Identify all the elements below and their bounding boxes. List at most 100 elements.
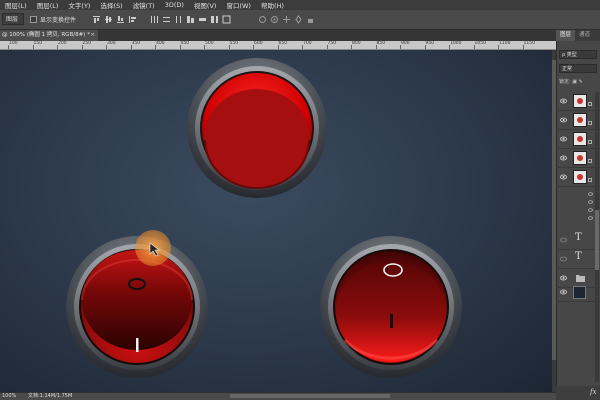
ruler-tick-label: 850 — [376, 41, 386, 46]
ruler-tick — [8, 45, 9, 49]
auto-select-value: 图层 — [6, 16, 19, 23]
layer-row[interactable]: T — [556, 250, 600, 269]
menu-select[interactable]: 选择(S) — [95, 0, 127, 10]
align-top-icon[interactable] — [92, 15, 101, 24]
3d-slide-icon[interactable] — [294, 15, 303, 24]
folder-icon — [576, 275, 585, 282]
eye-icon[interactable] — [560, 117, 567, 123]
ruler-tick-label: 900 — [401, 41, 410, 46]
horizontal-scroll-thumb[interactable] — [230, 394, 390, 398]
button-bottom-left[interactable] — [66, 236, 208, 378]
eye-icon[interactable] — [560, 174, 567, 180]
menu-3d[interactable]: 3D(D) — [160, 1, 189, 9]
menu-type[interactable]: 文字(Y) — [63, 0, 95, 10]
effect-eye-icon[interactable] — [588, 192, 593, 196]
ruler-tick — [106, 45, 107, 49]
menu-help[interactable]: 帮助(H) — [256, 0, 289, 10]
panel-scroll-thumb[interactable] — [595, 210, 599, 270]
tab-channels[interactable]: 通道 — [575, 30, 594, 41]
ruler-tick — [81, 45, 83, 49]
ruler-tick-label: 1050 — [474, 41, 486, 46]
layer-thumbnail — [573, 151, 587, 165]
effect-eye-icon[interactable] — [588, 208, 593, 212]
layer-row[interactable] — [556, 283, 600, 302]
menu-view[interactable]: 视图(V) — [189, 0, 222, 10]
status-zoom[interactable]: 100% — [2, 392, 16, 400]
ruler-tick — [179, 45, 181, 49]
layer-row[interactable] — [556, 149, 600, 168]
document-tab[interactable]: @ 100% (椭圆 1 拷贝, RGB/8#) * × — [0, 30, 98, 41]
align-left-icon[interactable] — [128, 15, 137, 24]
distribute-top-icon[interactable] — [150, 15, 159, 24]
eye-icon[interactable] — [560, 256, 567, 262]
distribute-right-icon[interactable] — [210, 15, 219, 24]
auto-align-icon[interactable] — [222, 15, 231, 24]
show-transform-label: 显示变换控件 — [40, 17, 77, 24]
panel-tabs: 图层 通道 — [556, 30, 600, 41]
layer-kind-filter[interactable]: ρ 类型 — [559, 50, 597, 59]
ruler-tick-label: 600 — [254, 41, 263, 46]
button-bottom-right[interactable] — [320, 236, 462, 378]
ruler-tick-label: 100 — [9, 41, 18, 46]
distribute-vcenter-icon[interactable] — [162, 15, 171, 24]
menu-window[interactable]: 窗口(W) — [221, 0, 256, 10]
layer-row[interactable]: T — [556, 231, 600, 250]
tab-layers[interactable]: 图层 — [556, 30, 576, 41]
document-tab-title: @ 100% (椭圆 1 拷贝, RGB/8#) * — [2, 32, 90, 38]
ruler-tick-label: 400 — [156, 41, 165, 46]
ruler-tick — [155, 45, 156, 49]
ruler-tick — [498, 45, 499, 49]
ruler-tick-label: 650 — [278, 41, 288, 46]
menu-layer-2[interactable]: 图层(L) — [32, 0, 64, 10]
3d-pan-icon[interactable] — [282, 15, 291, 24]
ruler-tick-label: 950 — [425, 41, 435, 46]
on-symbol-icon — [136, 338, 139, 352]
ruler-tick — [351, 45, 352, 49]
layer-row[interactable] — [556, 168, 600, 187]
distribute-bottom-icon[interactable] — [174, 15, 183, 24]
3d-rotate-icon[interactable] — [258, 15, 267, 24]
text-layer-icon: T — [575, 232, 582, 243]
ruler-tick — [449, 45, 450, 49]
blend-mode-select[interactable]: 正常 — [559, 64, 597, 73]
ruler-tick — [326, 45, 328, 49]
distribute-hcenter-icon[interactable] — [198, 15, 207, 24]
ruler-tick-label: 500 — [205, 41, 214, 46]
button-top[interactable] — [187, 58, 327, 198]
align-vcenter-icon[interactable] — [104, 15, 113, 24]
layer-thumbnail — [573, 132, 587, 146]
lock-row[interactable]: 锁定: ▣ ✎ — [559, 78, 597, 86]
auto-select-dropdown[interactable]: 图层 ⌄ — [2, 13, 24, 35]
3d-roll-icon[interactable] — [270, 15, 279, 24]
eye-icon[interactable] — [560, 155, 567, 161]
show-transform-checkbox[interactable] — [30, 16, 37, 23]
ruler-tick-label: 250 — [82, 41, 92, 46]
distribute-left-icon[interactable] — [186, 15, 195, 24]
fx-icon[interactable]: fx — [590, 388, 597, 396]
eye-icon[interactable] — [560, 275, 567, 281]
ruler-tick — [400, 45, 401, 49]
align-bottom-icon[interactable] — [116, 15, 125, 24]
eye-icon[interactable] — [560, 136, 567, 142]
menu-layer-1[interactable]: 图层(L) — [0, 0, 32, 10]
status-doc-size[interactable]: 文档:1.14M/1.75M — [28, 392, 72, 400]
effect-eye-icon[interactable] — [588, 216, 593, 220]
ruler-tick-label: 800 — [352, 41, 361, 46]
ruler-tick-label: 450 — [180, 41, 190, 46]
close-tab-icon[interactable]: × — [90, 30, 95, 41]
effect-eye-icon[interactable] — [588, 200, 593, 204]
ruler-tick-label: 150 — [33, 41, 43, 46]
on-symbol-icon — [390, 314, 393, 328]
layer-row[interactable] — [556, 92, 600, 111]
canvas[interactable] — [0, 50, 552, 392]
ruler-tick — [424, 45, 426, 49]
eye-icon[interactable] — [560, 237, 567, 243]
text-layer-icon: T — [575, 251, 582, 262]
layer-thumbnail — [573, 94, 587, 108]
3d-scale-icon[interactable] — [306, 15, 315, 24]
eye-icon[interactable] — [560, 98, 567, 104]
layer-row[interactable] — [556, 130, 600, 149]
menu-filter[interactable]: 滤镜(T) — [128, 0, 160, 10]
eye-icon[interactable] — [560, 289, 567, 295]
layer-row[interactable] — [556, 111, 600, 130]
